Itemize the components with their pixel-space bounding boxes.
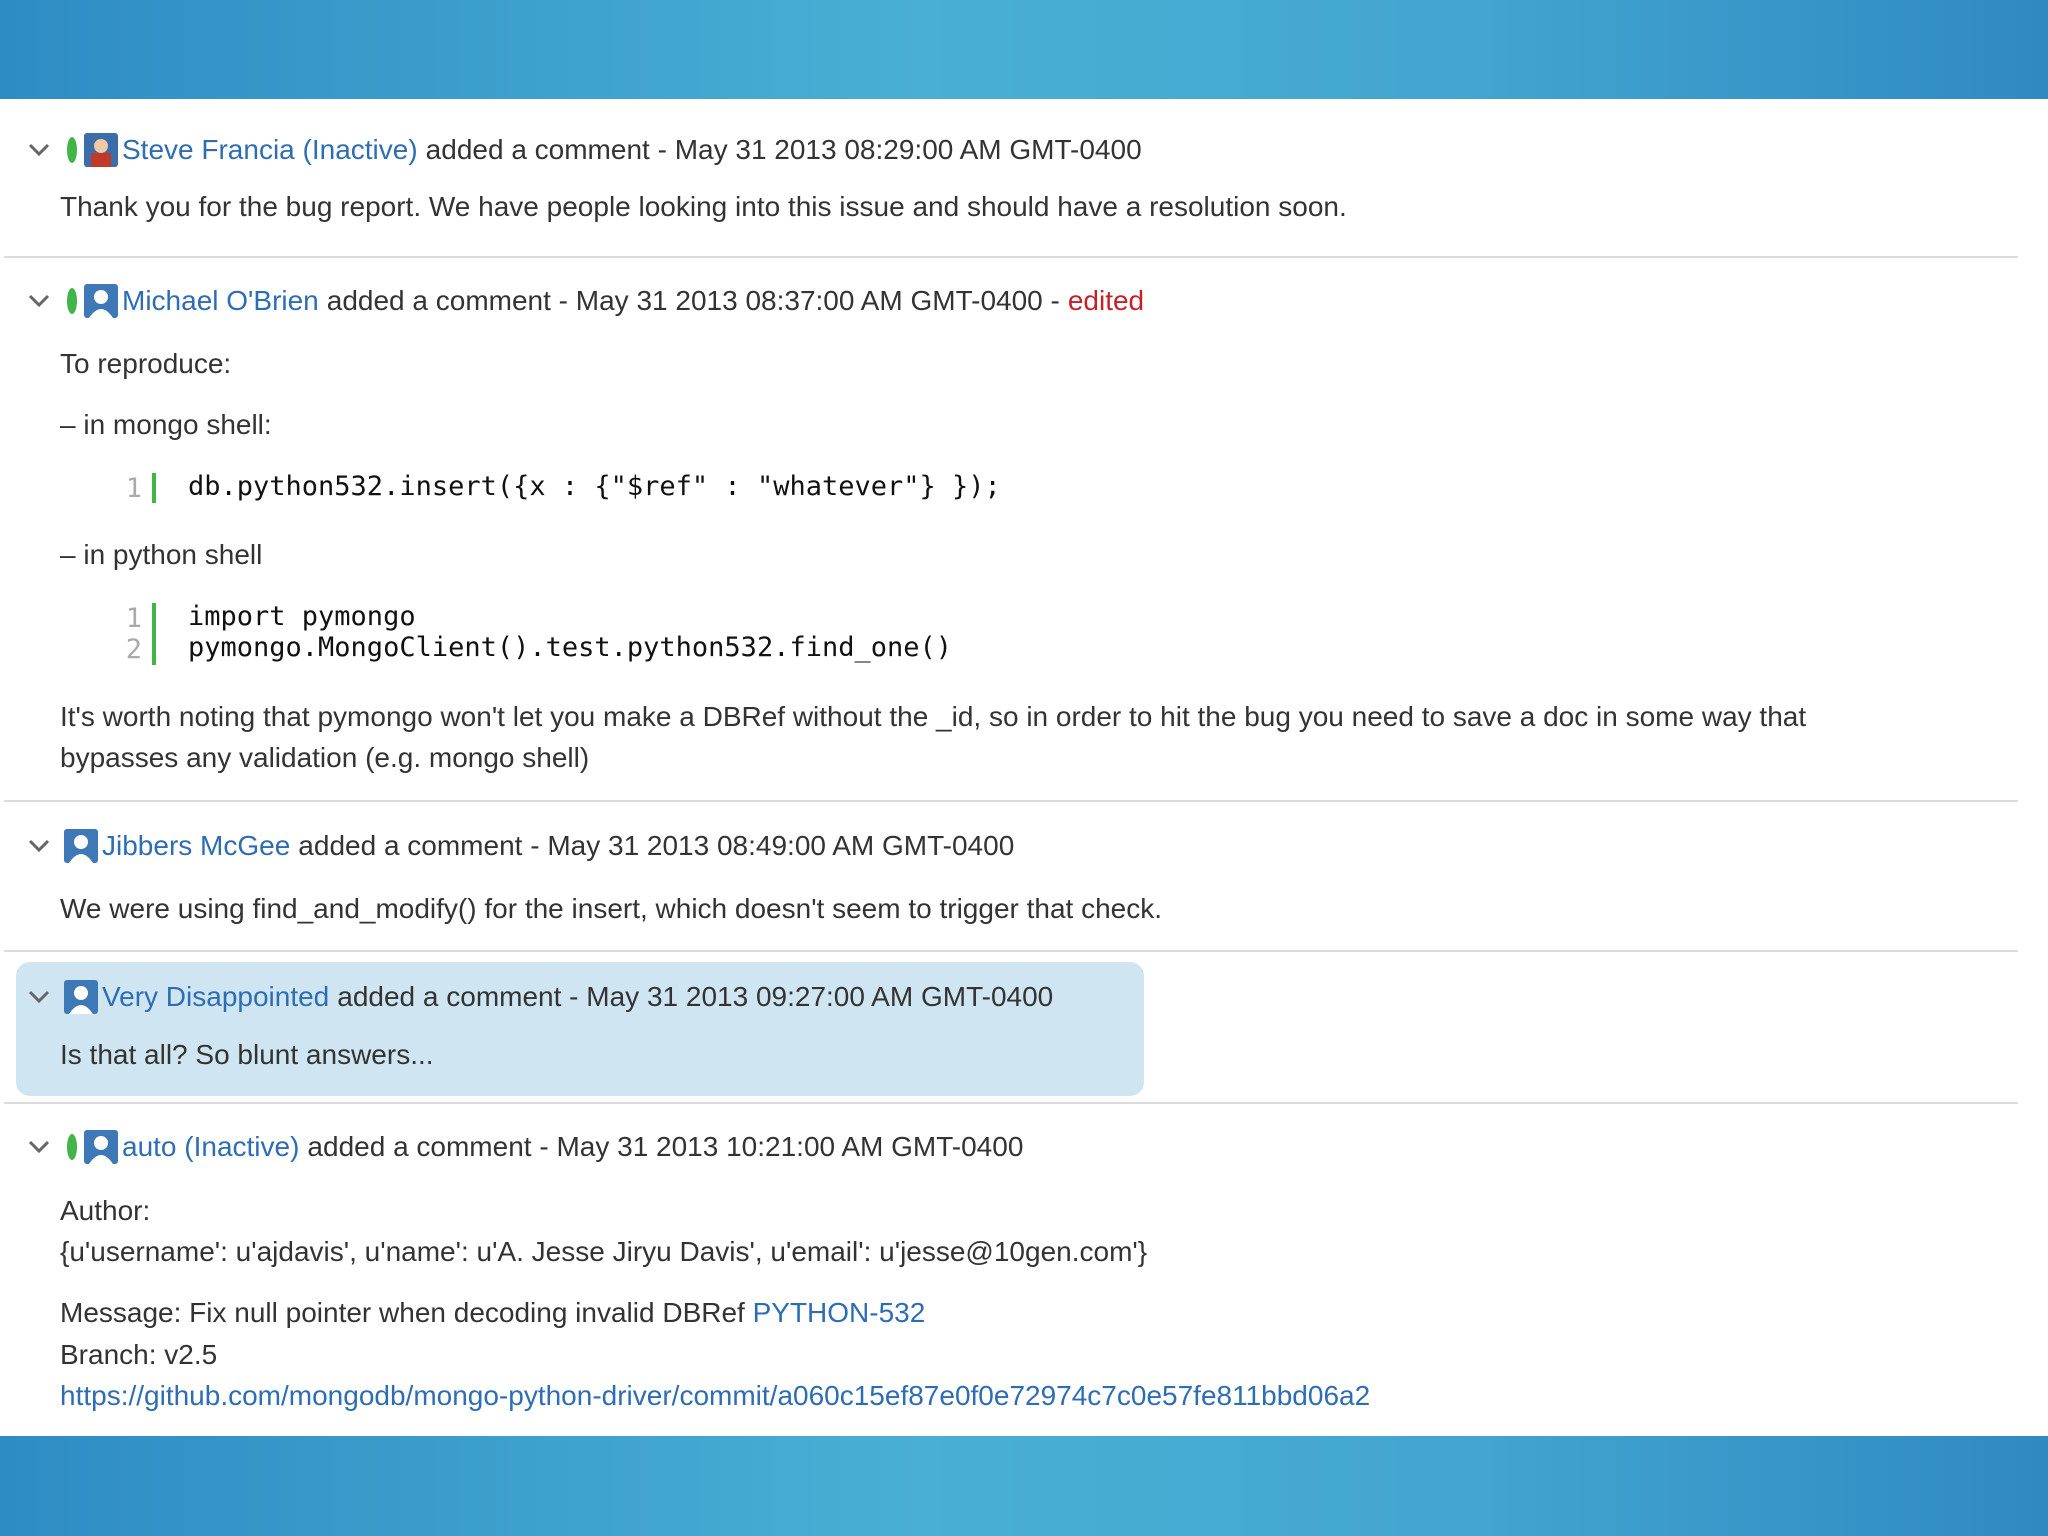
chevron-down-icon[interactable]	[24, 831, 54, 861]
avatar[interactable]	[84, 1130, 118, 1164]
author-link[interactable]: Michael O'Brien	[122, 285, 319, 317]
issue-link[interactable]: PYTHON-532	[753, 1297, 926, 1328]
mongodb-leaf-icon	[67, 288, 77, 314]
comment-body: Is that all? So blunt answers...	[60, 1039, 434, 1070]
comment-paragraph: It's worth noting that pymongo won't let…	[60, 701, 1807, 732]
comment-body: Thank you for the bug report. We have pe…	[60, 191, 1347, 222]
code-line: import pymongo	[188, 601, 416, 632]
chevron-down-icon[interactable]	[24, 1132, 54, 1162]
line-number: 2	[125, 634, 142, 665]
comment-paragraph: Author:	[60, 1195, 151, 1226]
author-link[interactable]: auto (Inactive)	[122, 1131, 299, 1163]
comment-meta: added a comment - May 31 2013 08:29:00 A…	[425, 134, 1142, 165]
comment-meta: added a comment - May 31 2013 09:27:00 A…	[337, 981, 1054, 1012]
comment-body: We were using find_and_modify() for the …	[60, 893, 1163, 924]
avatar[interactable]	[84, 133, 118, 167]
divider	[4, 950, 2018, 952]
chevron-down-icon[interactable]	[24, 135, 54, 165]
code-block: 1 2 import pymongo pymongo.MongoClient()…	[120, 601, 1020, 671]
comment-paragraph: {u'username': u'ajdavis', u'name': u'A. …	[60, 1236, 1148, 1267]
comment-paragraph: – in python shell	[60, 539, 263, 570]
mongodb-leaf-icon	[67, 1134, 77, 1160]
avatar[interactable]	[84, 284, 118, 318]
author-link[interactable]: Steve Francia (Inactive)	[122, 134, 418, 166]
bottom-background-band	[0, 1436, 2048, 1536]
code-gutter-bar	[152, 473, 156, 503]
chevron-down-icon[interactable]	[24, 286, 54, 316]
code-line: pymongo.MongoClient().test.python532.fin…	[188, 632, 953, 663]
line-number: 1	[125, 603, 142, 634]
mongodb-leaf-icon	[67, 137, 77, 163]
comment-paragraph: bypasses any validation (e.g. mongo shel…	[60, 742, 590, 773]
comment-meta: added a comment - May 31 2013 10:21:00 A…	[307, 1131, 1024, 1162]
comment-paragraph: – in mongo shell:	[60, 409, 272, 440]
divider	[4, 256, 2018, 258]
comment-paragraph: To reproduce:	[60, 348, 232, 379]
comment-meta: added a comment - May 31 2013 08:37:00 A…	[326, 285, 1060, 316]
edited-label[interactable]: edited	[1068, 285, 1144, 317]
avatar[interactable]	[64, 829, 98, 863]
comment-paragraph: Branch: v2.5	[60, 1339, 218, 1370]
divider	[4, 1102, 2018, 1104]
divider	[4, 800, 2018, 802]
message-text: Message: Fix null pointer when decoding …	[60, 1297, 745, 1328]
comment-list: Steve Francia (Inactive) added a comment…	[0, 99, 2048, 1436]
code-gutter-bar	[152, 603, 156, 665]
code-block: 1 db.python532.insert({x : {"$ref" : "wh…	[120, 471, 1020, 507]
commit-link[interactable]: https://github.com/mongodb/mongo-python-…	[60, 1380, 1370, 1411]
chevron-down-icon[interactable]	[24, 982, 54, 1012]
author-link[interactable]: Very Disappointed	[102, 981, 329, 1013]
comment-paragraph: Message: Fix null pointer when decoding …	[60, 1297, 925, 1329]
line-number: 1	[125, 473, 142, 504]
comment-paragraph: https://github.com/mongodb/mongo-python-…	[60, 1380, 1370, 1412]
code-line: db.python532.insert({x : {"$ref" : "what…	[188, 471, 1001, 502]
author-link[interactable]: Jibbers McGee	[102, 830, 290, 862]
top-background-band	[0, 0, 2048, 99]
comment-meta: added a comment - May 31 2013 08:49:00 A…	[298, 830, 1015, 861]
avatar[interactable]	[64, 980, 98, 1014]
